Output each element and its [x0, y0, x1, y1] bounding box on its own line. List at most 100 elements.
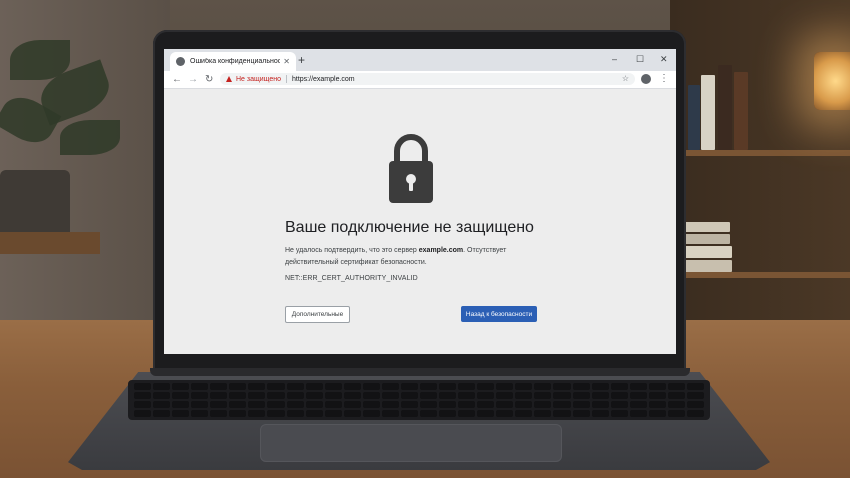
keyboard-key [267, 401, 285, 408]
minimize-button[interactable]: – [612, 52, 617, 66]
error-description-prefix: Не удалось подтвердить, что это сервер [285, 247, 419, 254]
keyboard-key [420, 401, 438, 408]
keyboard-key [229, 383, 247, 390]
keyboard-key [172, 383, 190, 390]
book [701, 75, 715, 150]
keyboard-key [629, 383, 647, 390]
keyboard-key [629, 401, 647, 408]
keyboard-key [667, 383, 685, 390]
back-icon[interactable]: ← [172, 72, 182, 87]
keyboard-key [496, 383, 514, 390]
account-icon[interactable] [641, 74, 651, 84]
book [680, 222, 730, 232]
error-code: NET::ERR_CERT_AUTHORITY_INVALID [285, 275, 418, 282]
keyboard-key [477, 383, 495, 390]
keyboard-key [400, 392, 418, 399]
book [688, 85, 700, 150]
reload-icon[interactable]: ↻ [205, 72, 213, 87]
keyboard-key [134, 383, 152, 390]
back-to-safety-button[interactable]: Назад к безопасности [461, 306, 537, 322]
keyboard-key [248, 410, 266, 417]
keyboard-key [648, 410, 666, 417]
toolbar: ← → ↻ Не защищено https://example.com ☆ … [164, 71, 676, 89]
keyboard-key [324, 401, 342, 408]
book [678, 246, 732, 258]
divider [286, 75, 287, 83]
keyboard-key [610, 383, 628, 390]
keyboard-key [439, 392, 457, 399]
keyboard-key [534, 401, 552, 408]
keyboard-key [458, 401, 476, 408]
keyboard-key [648, 383, 666, 390]
keyboard-key [477, 392, 495, 399]
book [718, 65, 732, 150]
keyboard-key [458, 392, 476, 399]
keyboard-key [153, 410, 171, 417]
keyboard-key [229, 401, 247, 408]
keyboard-key [667, 401, 685, 408]
keyboard-key [229, 392, 247, 399]
keyboard-key [553, 410, 571, 417]
maximize-button[interactable]: ☐ [636, 52, 644, 66]
tab-close-icon[interactable]: ✕ [283, 57, 290, 66]
globe-icon [176, 57, 185, 66]
keyboard-key [381, 383, 399, 390]
keyboard-key [496, 410, 514, 417]
keyboard-key [553, 401, 571, 408]
close-window-button[interactable]: ✕ [660, 52, 668, 66]
keyboard-key [172, 410, 190, 417]
keyboard-key [210, 401, 228, 408]
keyboard-key [686, 401, 704, 408]
keyboard-key [191, 392, 209, 399]
keyboard-key [553, 392, 571, 399]
keyboard-key [191, 410, 209, 417]
new-tab-button[interactable]: + [298, 52, 305, 68]
keyboard-key [515, 392, 533, 399]
keyboard-key [362, 383, 380, 390]
side-table [0, 232, 100, 254]
keyboard-key [572, 383, 590, 390]
keyboard-key [210, 383, 228, 390]
shelf-board [670, 150, 850, 156]
address-bar[interactable]: Не защищено https://example.com ☆ [220, 73, 635, 85]
keyboard-key [439, 410, 457, 417]
security-status[interactable]: Не защищено [236, 76, 281, 83]
keyboard-key [305, 383, 323, 390]
trackpad[interactable] [260, 424, 562, 462]
plant-pot [0, 170, 70, 240]
keyboard-key [172, 401, 190, 408]
tab-active[interactable]: Ошибка конфиденциальности ✕ [170, 52, 296, 71]
keyboard [128, 380, 710, 420]
url-text[interactable]: https://example.com [292, 76, 355, 83]
keyboard-key [458, 410, 476, 417]
keyboard-key [496, 401, 514, 408]
forward-icon[interactable]: → [188, 72, 198, 87]
keyboard-key [572, 392, 590, 399]
keyboard-key [248, 392, 266, 399]
keyboard-key [343, 383, 361, 390]
keyboard-key [572, 401, 590, 408]
keyboard-key [610, 392, 628, 399]
keyboard-key [324, 392, 342, 399]
keyboard-key [153, 392, 171, 399]
keyboard-key [420, 392, 438, 399]
keyboard-key [381, 410, 399, 417]
keyboard-key [343, 392, 361, 399]
error-domain: example.com [418, 247, 464, 254]
keyboard-key [591, 392, 609, 399]
lock-icon [389, 134, 433, 203]
keyboard-key [686, 410, 704, 417]
menu-icon[interactable]: ⋮ [659, 72, 669, 86]
shelf-board [670, 272, 850, 278]
keyboard-key [534, 383, 552, 390]
keyboard-key [534, 392, 552, 399]
bookmark-star-icon[interactable]: ☆ [622, 74, 629, 83]
keyboard-key [267, 383, 285, 390]
bookshelf [670, 0, 850, 330]
advanced-button[interactable]: Дополнительные [285, 306, 350, 323]
keyboard-key [686, 383, 704, 390]
keyboard-key [648, 401, 666, 408]
keyboard-key [572, 410, 590, 417]
keyboard-key [248, 383, 266, 390]
keyboard-key [458, 383, 476, 390]
